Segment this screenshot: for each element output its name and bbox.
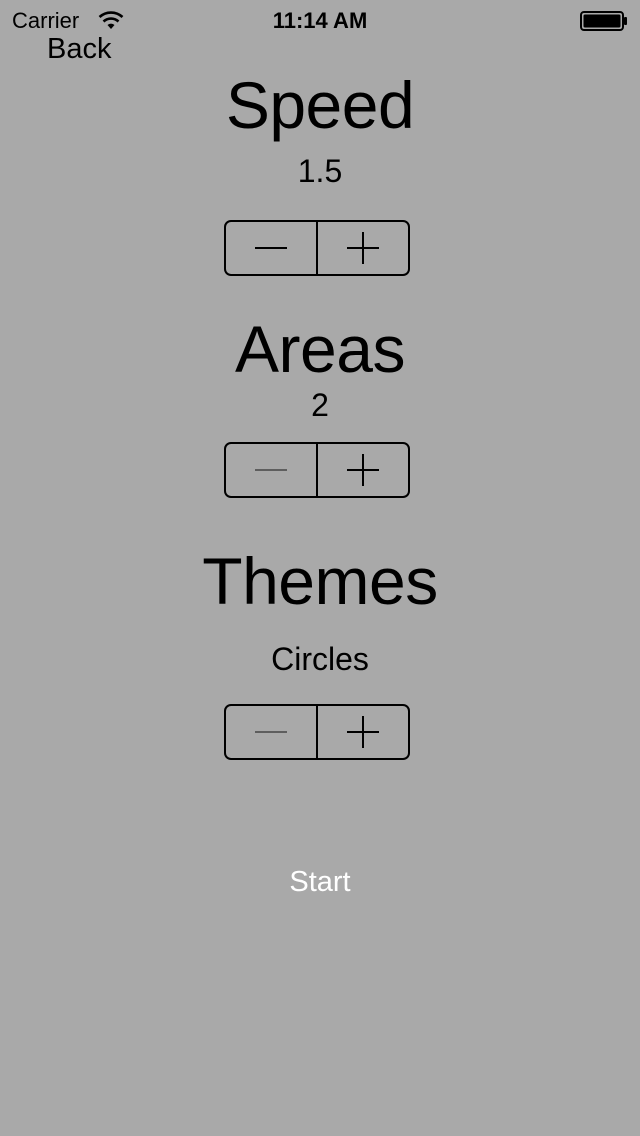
speed-value: 1.5 xyxy=(297,153,343,189)
themes-title: Themes xyxy=(202,544,438,618)
areas-increment-button[interactable] xyxy=(316,444,408,496)
themes-stepper xyxy=(224,704,410,760)
speed-increment-button[interactable] xyxy=(316,222,408,274)
areas-stepper xyxy=(224,442,410,498)
areas-value: 2 xyxy=(311,387,329,423)
themes-value: Circles xyxy=(271,641,369,677)
themes-decrement-button[interactable] xyxy=(226,706,316,758)
start-button[interactable]: Start xyxy=(0,864,640,900)
themes-increment-button[interactable] xyxy=(316,706,408,758)
speed-title: Speed xyxy=(225,68,415,142)
speed-stepper xyxy=(224,220,410,276)
battery-icon xyxy=(580,11,627,31)
speed-decrement-button[interactable] xyxy=(226,222,316,274)
back-button[interactable]: Back xyxy=(47,32,111,66)
minus-icon xyxy=(255,469,287,471)
status-time: 11:14 AM xyxy=(272,8,368,33)
minus-icon xyxy=(255,731,287,733)
minus-icon xyxy=(255,247,287,249)
areas-title: Areas xyxy=(235,312,405,386)
areas-decrement-button[interactable] xyxy=(226,444,316,496)
settings-screen: Carrier 11:14 AM Back Speed 1.5 Areas 2 xyxy=(0,0,640,1136)
